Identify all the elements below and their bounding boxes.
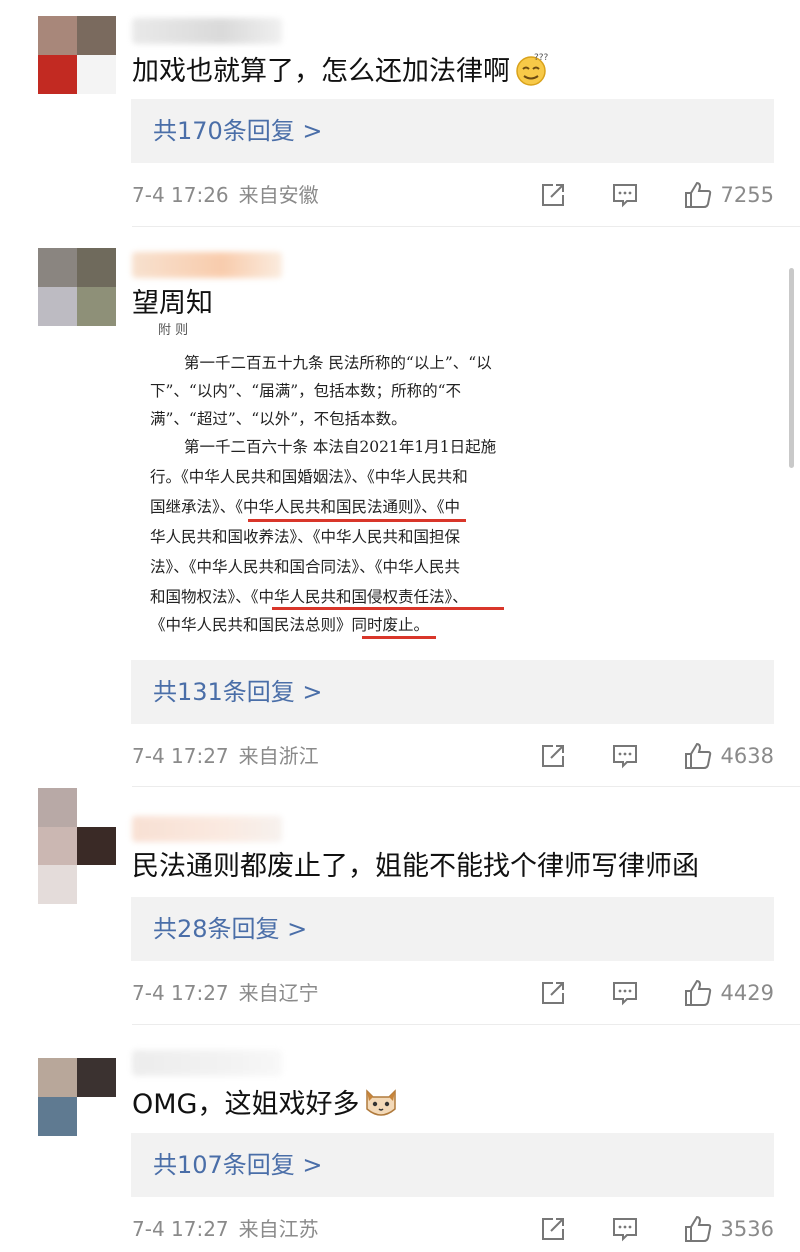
username-blurred[interactable] — [132, 252, 282, 278]
comment-icon — [612, 982, 637, 1006]
law-line: 《中华人民共和国民法总则》同时废止。 — [150, 616, 430, 634]
law-line: 下”、“以内”、“届满”，包括本数；所称的“不 — [150, 382, 462, 400]
comment-text: OMG，这姐戏好多 — [132, 1085, 399, 1129]
like-count: 4638 — [720, 744, 774, 768]
comment-actions: 7255 — [539, 181, 774, 209]
underline-mark — [272, 607, 504, 610]
scrollbar[interactable] — [789, 268, 794, 468]
comment-actions: 3536 — [539, 1215, 774, 1243]
comment-icon — [612, 1218, 637, 1242]
comment-date: 7-4 17:27 — [132, 981, 229, 1005]
like-icon — [684, 742, 711, 769]
username-blurred[interactable] — [132, 18, 282, 44]
like-icon — [684, 181, 711, 208]
law-line: 国继承法》、《中华人民共和国民法通则》、《中 — [150, 498, 461, 516]
law-line: 华人民共和国收养法》、《中华人民共和国担保 — [150, 528, 461, 546]
like-count: 7255 — [720, 183, 774, 207]
avatar[interactable] — [38, 788, 116, 904]
share-button[interactable] — [539, 181, 567, 209]
like-icon — [684, 1215, 711, 1242]
comment-meta: 7-4 17:27 来自江苏 — [132, 1215, 319, 1243]
law-line: 满”、“超过”、“以外”，不包括本数。 — [150, 410, 407, 428]
view-replies-button[interactable]: 共131条回复 > — [131, 660, 774, 724]
username-blurred[interactable] — [132, 1050, 282, 1076]
comment-location: 来自浙江 — [238, 744, 319, 768]
share-button[interactable] — [539, 742, 567, 770]
comment-location: 来自安徽 — [238, 183, 319, 207]
underline-mark — [248, 519, 466, 522]
law-line: 法》、《中华人民共和国合同法》、《中华人民共 — [150, 558, 461, 576]
reply-button[interactable] — [611, 1215, 639, 1243]
comment-location: 来自江苏 — [238, 1217, 319, 1241]
comment-text: 加戏也就算了，怎么还加法律啊 ??? — [132, 52, 549, 96]
share-icon — [541, 1218, 564, 1240]
comment-meta: 7-4 17:26 来自安徽 — [132, 181, 319, 209]
law-line: 第一千二百六十条 本法自2021年1月1日起施 — [184, 438, 497, 456]
username-blurred[interactable] — [132, 816, 282, 842]
law-line: 行。《中华人民共和国婚姻法》、《中华人民共和 — [150, 468, 468, 486]
share-icon — [541, 745, 564, 767]
law-heading: 附 则 — [158, 323, 189, 338]
like-button[interactable]: 4638 — [683, 741, 774, 771]
like-button[interactable]: 3536 — [683, 1214, 774, 1244]
sweat-smile-emoji: ??? — [514, 52, 549, 96]
law-line: 第一千二百五十九条 民法所称的“以上”、“以 — [184, 354, 492, 372]
share-button[interactable] — [539, 979, 567, 1007]
reply-button[interactable] — [611, 742, 639, 770]
comment-icon — [612, 184, 637, 208]
like-count: 3536 — [720, 1217, 774, 1241]
avatar[interactable] — [38, 16, 116, 94]
like-icon — [684, 979, 711, 1006]
like-button[interactable]: 7255 — [683, 180, 774, 210]
comment-actions: 4429 — [539, 979, 774, 1007]
comment-text: 民法通则都废止了，姐能不能找个律师写律师函 — [132, 851, 699, 882]
comment-date: 7-4 17:26 — [132, 183, 229, 207]
view-replies-button[interactable]: 共28条回复 > — [131, 897, 774, 961]
divider — [132, 786, 800, 787]
comment-meta: 7-4 17:27 来自浙江 — [132, 742, 319, 770]
divider — [132, 1024, 800, 1025]
view-replies-button[interactable]: 共107条回复 > — [131, 1133, 774, 1197]
comment-icon — [612, 745, 637, 769]
share-button[interactable] — [539, 1215, 567, 1243]
comment-location: 来自辽宁 — [238, 981, 319, 1005]
law-text-image[interactable]: 附 则 第一千二百五十九条 民法所称的“以上”、“以 下”、“以内”、“届满”，… — [132, 316, 532, 646]
share-icon — [541, 184, 564, 206]
divider — [132, 226, 800, 227]
comment-actions: 4638 — [539, 742, 774, 770]
reply-button[interactable] — [611, 979, 639, 1007]
underline-mark — [362, 636, 436, 639]
avatar[interactable] — [38, 1058, 116, 1136]
avatar[interactable] — [38, 248, 116, 326]
comment-date: 7-4 17:27 — [132, 744, 229, 768]
like-count: 4429 — [720, 981, 774, 1005]
law-line: 和国物权法》、《中华人民共和国侵权责任法》、 — [150, 588, 468, 606]
share-icon — [541, 982, 564, 1004]
like-button[interactable]: 4429 — [683, 978, 774, 1008]
reply-button[interactable] — [611, 181, 639, 209]
cat-face-emoji — [363, 1085, 399, 1129]
comment-date: 7-4 17:27 — [132, 1217, 229, 1241]
view-replies-button[interactable]: 共170条回复 > — [131, 99, 774, 163]
comment-meta: 7-4 17:27 来自辽宁 — [132, 979, 319, 1007]
svg-text:???: ??? — [534, 53, 548, 63]
